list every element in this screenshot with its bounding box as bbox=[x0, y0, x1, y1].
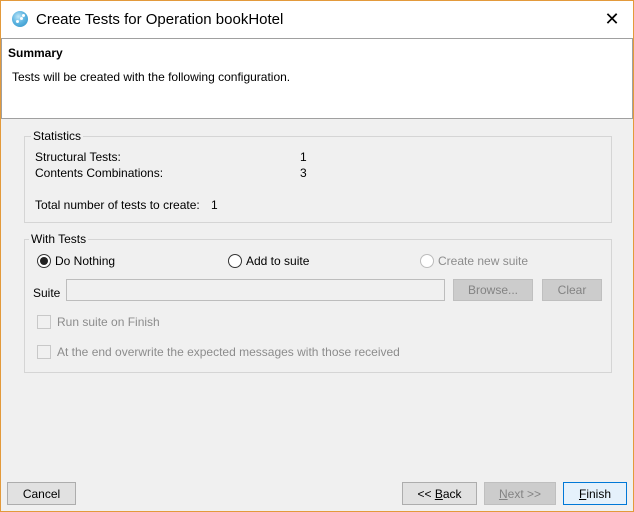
with-tests-group: With Tests Do Nothing Add to suite Creat… bbox=[24, 232, 612, 373]
overwrite-expected-label: At the end overwrite the expected messag… bbox=[57, 345, 400, 359]
finish-rest: inish bbox=[586, 486, 612, 501]
radio-unselected-icon[interactable] bbox=[228, 254, 242, 268]
next-button[interactable]: Next >> bbox=[484, 482, 556, 505]
app-globe-icon bbox=[12, 11, 28, 27]
summary-title: Summary bbox=[8, 46, 63, 60]
radio-selected-icon[interactable] bbox=[37, 254, 51, 268]
overwrite-expected-checkbox[interactable]: At the end overwrite the expected messag… bbox=[37, 345, 400, 359]
radio-do-nothing[interactable]: Do Nothing bbox=[37, 254, 115, 268]
radio-create-new-suite-label: Create new suite bbox=[438, 254, 529, 268]
window-title: Create Tests for Operation bookHotel bbox=[36, 11, 284, 28]
contents-combinations-label: Contents Combinations: bbox=[35, 166, 164, 180]
close-icon[interactable]: ✕ bbox=[597, 7, 627, 31]
summary-panel: Summary Tests will be created with the f… bbox=[1, 38, 633, 119]
back-button[interactable]: << Back bbox=[402, 482, 477, 505]
suite-input[interactable] bbox=[66, 279, 445, 301]
back-rest: ack bbox=[442, 486, 462, 501]
radio-unselected-icon[interactable] bbox=[420, 254, 434, 268]
run-suite-label: Run suite on Finish bbox=[57, 315, 160, 329]
radio-create-new-suite[interactable]: Create new suite bbox=[420, 254, 528, 268]
finish-mnemonic: F bbox=[578, 486, 587, 501]
cancel-button[interactable]: Cancel bbox=[7, 482, 76, 505]
with-tests-label: With Tests bbox=[29, 232, 89, 246]
next-rest: ext >> bbox=[507, 486, 542, 501]
browse-button[interactable]: Browse... bbox=[453, 279, 533, 301]
radio-add-to-suite-label: Add to suite bbox=[246, 254, 310, 268]
total-tests-label: Total number of tests to create: bbox=[35, 198, 200, 212]
contents-combinations-value: 3 bbox=[300, 166, 307, 180]
statistics-label: Statistics bbox=[31, 129, 84, 143]
radio-do-nothing-label: Do Nothing bbox=[55, 254, 116, 268]
dialog-window: Create Tests for Operation bookHotel ✕ S… bbox=[0, 0, 634, 512]
suite-label: Suite bbox=[33, 286, 61, 300]
back-prefix: << bbox=[417, 486, 435, 501]
structural-tests-value: 1 bbox=[300, 150, 307, 164]
summary-text: Tests will be created with the following… bbox=[12, 70, 291, 84]
structural-tests-label: Structural Tests: bbox=[35, 150, 121, 164]
finish-button[interactable]: Finish bbox=[563, 482, 627, 505]
statistics-group: Statistics Structural Tests: 1 Contents … bbox=[24, 129, 612, 223]
next-mnemonic: N bbox=[498, 486, 508, 501]
radio-add-to-suite[interactable]: Add to suite bbox=[228, 254, 309, 268]
checkbox-icon[interactable] bbox=[37, 345, 51, 359]
title-bar: Create Tests for Operation bookHotel ✕ bbox=[1, 1, 633, 38]
back-mnemonic: B bbox=[434, 486, 443, 501]
clear-button[interactable]: Clear bbox=[542, 279, 602, 301]
run-suite-checkbox[interactable]: Run suite on Finish bbox=[37, 315, 160, 329]
total-tests-value: 1 bbox=[211, 198, 218, 212]
checkbox-icon[interactable] bbox=[37, 315, 51, 329]
